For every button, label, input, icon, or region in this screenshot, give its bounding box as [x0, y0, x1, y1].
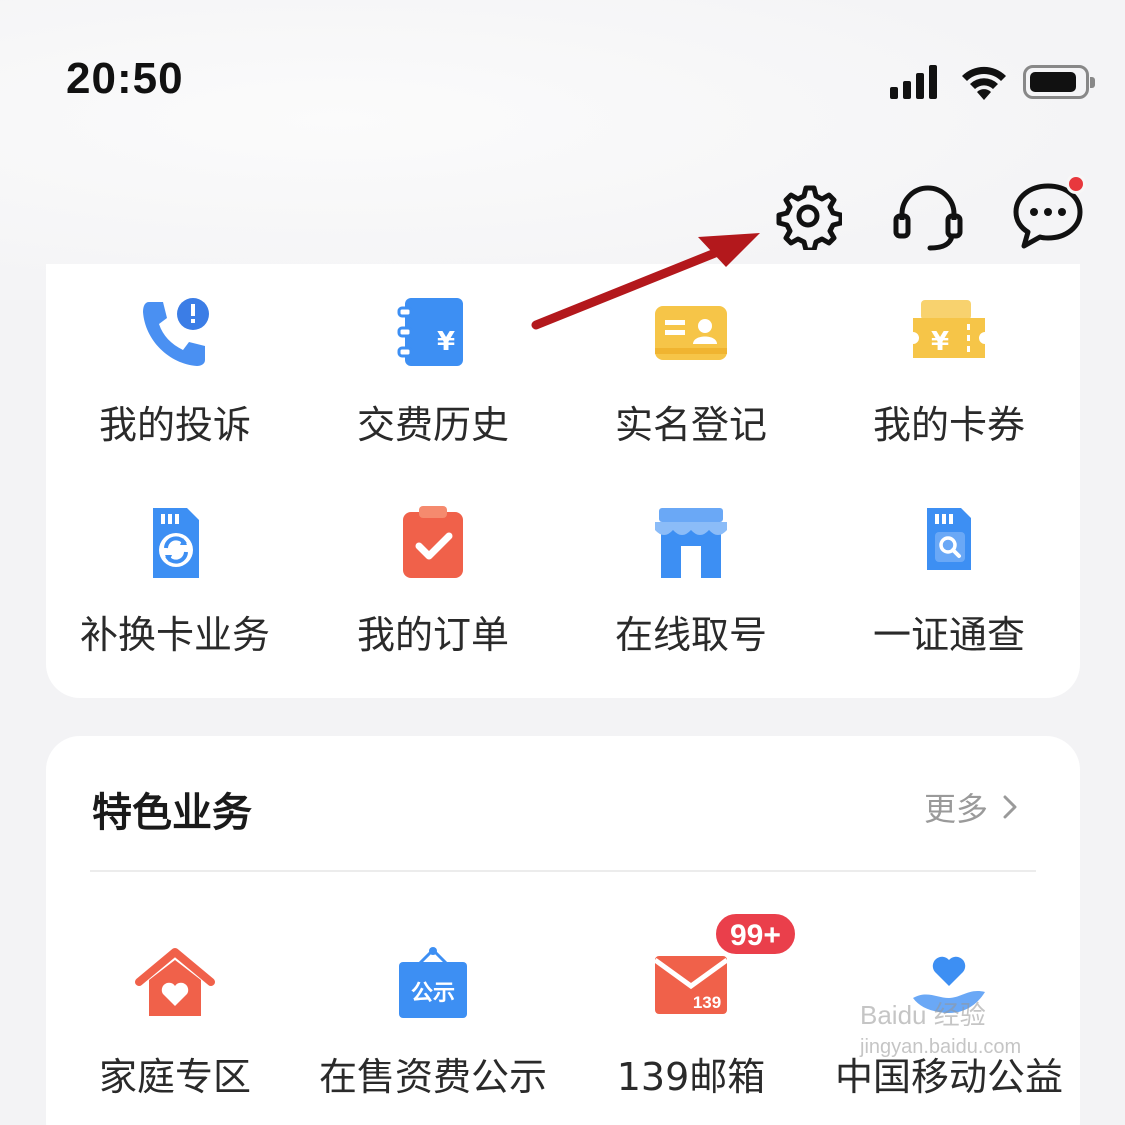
- order-clipboard-icon: [393, 504, 473, 584]
- mail-139-icon: 139: [651, 946, 731, 1026]
- status-bar: 20:50: [0, 0, 1125, 150]
- watermark: Baidu 经验 jingyan.baidu.com: [860, 995, 1021, 1059]
- sim-replace-icon: [135, 504, 215, 584]
- featured-card: 特色业务 更多 家庭专区 公示 在售资费公示 139 139邮箱 中国移动公益 …: [46, 736, 1080, 1125]
- notice-board-icon: 公示: [393, 946, 473, 1026]
- notice-icon-text: 公示: [411, 981, 455, 1006]
- home-heart-icon: [135, 946, 215, 1026]
- message-button[interactable]: [1012, 174, 1086, 252]
- featured-label: 家庭专区: [98, 1055, 251, 1099]
- service-coupons[interactable]: ¥ 我的卡券: [820, 294, 1078, 449]
- more-link[interactable]: 更多: [924, 784, 1018, 830]
- customer-service-icon: [893, 185, 963, 251]
- watermark-text: Baidu 经验: [860, 1000, 986, 1030]
- service-sim-replace[interactable]: 补换卡业务: [46, 504, 304, 659]
- chevron-right-icon: [1003, 795, 1017, 819]
- mail-icon-text: 139: [693, 993, 721, 1012]
- service-complaint[interactable]: 我的投诉: [46, 294, 304, 449]
- svg-text:¥: ¥: [437, 327, 455, 357]
- unread-dot: [1066, 174, 1086, 194]
- featured-label: 在售资费公示: [318, 1055, 547, 1099]
- store-icon: [651, 504, 731, 584]
- divider: [90, 870, 1036, 872]
- featured-family[interactable]: 家庭专区: [46, 946, 304, 1101]
- cellular-signal-icon: [890, 65, 937, 99]
- service-label: 一证通查: [872, 613, 1025, 657]
- complaint-phone-icon: [135, 294, 215, 374]
- status-time: 20:50: [66, 54, 184, 103]
- service-label: 我的卡券: [872, 403, 1025, 447]
- annotation-arrow: [531, 233, 760, 330]
- battery-icon: [1023, 65, 1095, 99]
- service-label: 实名登记: [614, 403, 767, 447]
- service-label: 我的投诉: [98, 403, 251, 447]
- featured-mail-139[interactable]: 139 139邮箱: [562, 946, 820, 1101]
- settings-button[interactable]: [772, 180, 844, 252]
- watermark-url: jingyan.baidu.com: [860, 1036, 1022, 1058]
- service-label: 补换卡业务: [79, 613, 270, 657]
- service-payment-history[interactable]: ¥ 交费历史: [304, 294, 562, 449]
- service-label: 在线取号: [614, 613, 767, 657]
- customer-service-button[interactable]: [892, 180, 964, 252]
- service-online-queue[interactable]: 在线取号: [562, 504, 820, 659]
- status-icons: [890, 62, 1095, 102]
- service-orders[interactable]: 我的订单: [304, 504, 562, 659]
- payment-history-icon: ¥: [393, 294, 473, 374]
- featured-title: 特色业务: [92, 790, 252, 836]
- unread-count-badge: 99+: [714, 912, 797, 956]
- service-label: 我的订单: [356, 613, 509, 657]
- service-label: 交费历史: [356, 403, 509, 447]
- featured-label: 139邮箱: [616, 1055, 766, 1099]
- coupon-icon: ¥: [909, 294, 989, 374]
- service-id-check[interactable]: 一证通查: [820, 504, 1078, 659]
- featured-tariff-notice[interactable]: 公示 在售资费公示: [304, 946, 562, 1101]
- settings-icon: [776, 185, 842, 250]
- svg-text:¥: ¥: [931, 327, 949, 357]
- more-label: 更多: [923, 790, 988, 828]
- wifi-icon: [962, 66, 1006, 100]
- sim-search-icon: [909, 504, 989, 584]
